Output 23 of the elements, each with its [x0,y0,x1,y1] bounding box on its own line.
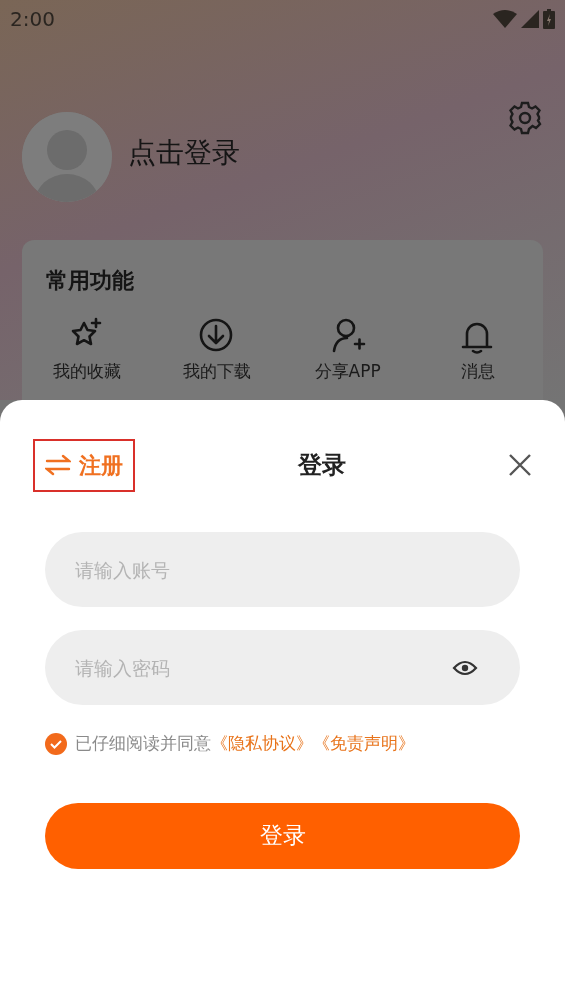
password-field[interactable]: 请输入密码 [45,630,520,705]
account-field[interactable]: 请输入账号 [45,532,520,607]
register-link[interactable]: 注册 [33,438,135,492]
close-button[interactable] [508,452,532,478]
function-label[interactable]: 消息 [460,359,495,385]
agreement-text: 已仔细阅读并同意《隐私协议》《免责声明》 [75,732,415,755]
policy-link[interactable]: 《免责声明》 [313,733,415,753]
policy-link[interactable]: 《隐私协议》 [211,733,313,753]
eye-icon[interactable] [452,660,478,676]
status-time: 2:00 [10,6,55,33]
function-label[interactable]: 我的收藏 [53,359,122,385]
function-label[interactable]: 分享APP [314,359,381,385]
sheet-title: 登录 [297,450,346,481]
wifi-icon [493,10,517,28]
settings-icon[interactable] [507,100,543,136]
battery-icon [543,9,555,29]
login-button[interactable]: 登录 [45,802,520,869]
agree-checkbox[interactable] [45,732,67,755]
login-prompt[interactable]: 点击登录 [128,132,240,174]
signal-icon [521,10,539,28]
section-title: 常用功能 [46,267,135,295]
swap-icon [45,454,71,476]
function-label[interactable]: 我的下载 [183,359,252,385]
